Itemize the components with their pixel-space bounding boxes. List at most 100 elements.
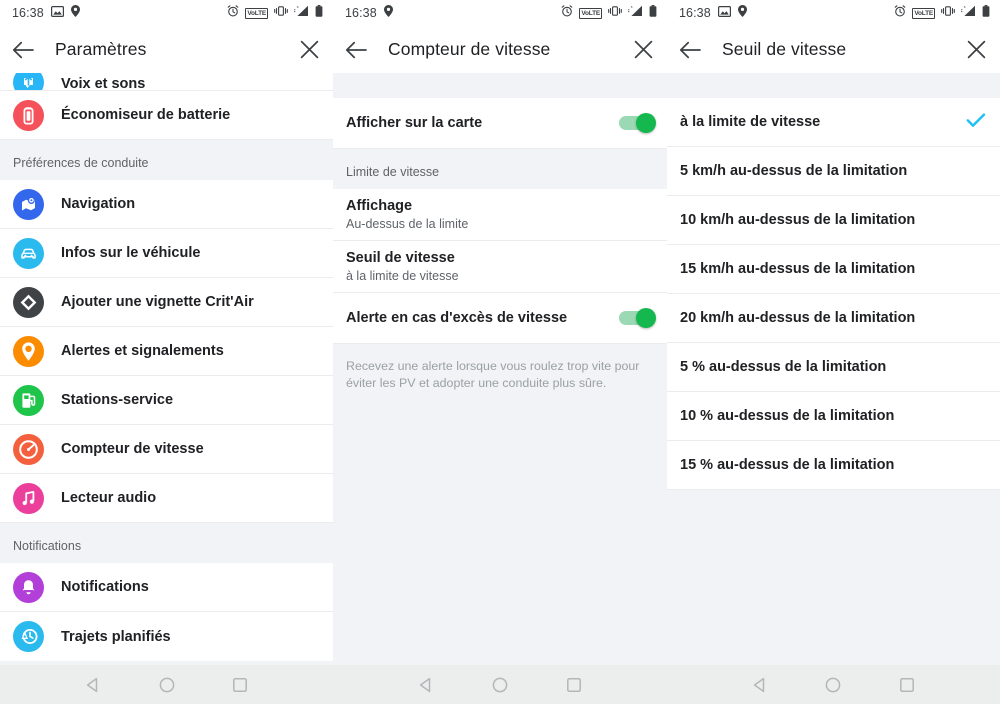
- alarm-icon: [227, 4, 239, 22]
- status-bar-clock: 16:38: [679, 6, 711, 20]
- page-title: Paramètres: [55, 39, 147, 59]
- volte-icon: VoLTE: [912, 7, 935, 19]
- close-icon[interactable]: [634, 40, 653, 59]
- option-row[interactable]: à la limite de vitesse: [667, 98, 1000, 147]
- sidebar-item-audio-player[interactable]: Lecteur audio: [0, 474, 333, 523]
- option-label: 15 % au-dessus de la limitation: [680, 457, 895, 473]
- sidebar-item-navigation[interactable]: Navigation: [0, 180, 333, 229]
- nav-home-icon[interactable]: [159, 677, 175, 693]
- signal-icon: [628, 4, 643, 22]
- signal-icon: [961, 4, 976, 22]
- status-bar: 16:38 VoLTE: [667, 0, 1000, 26]
- nav-back-icon[interactable]: [418, 677, 434, 693]
- option-row[interactable]: 15 km/h au-dessus de la limitation: [667, 245, 1000, 294]
- spacer: [333, 73, 667, 98]
- alarm-icon: [561, 4, 573, 22]
- speedometer-scroll-body[interactable]: Afficher sur la carte Limite de vitesse …: [333, 73, 667, 704]
- check-icon: [966, 112, 986, 133]
- nav-recents-icon[interactable]: [566, 677, 582, 693]
- list-item-label: Trajets planifiés: [61, 628, 171, 645]
- speedometer-group-display: Afficher sur la carte: [333, 98, 667, 149]
- close-icon[interactable]: [967, 40, 986, 59]
- setting-value: à la limite de vitesse: [346, 268, 459, 283]
- option-label: 10 km/h au-dessus de la limitation: [680, 212, 916, 228]
- speedometer-group-limit: Affichage Au-dessus de la limite Seuil d…: [333, 189, 667, 344]
- panel-speed-threshold: 16:38 VoLTE Seuil de vitesse à la limite…: [667, 0, 1000, 704]
- speedometer-icon: [13, 433, 44, 465]
- location-pin-icon: [70, 4, 80, 22]
- fuel-station-icon: [13, 384, 44, 416]
- status-bar-clock: 16:38: [345, 6, 377, 20]
- section-header-speed-limit: Limite de vitesse: [333, 149, 667, 189]
- nav-recents-icon[interactable]: [232, 677, 248, 693]
- option-row[interactable]: 5 km/h au-dessus de la limitation: [667, 147, 1000, 196]
- audio-player-icon: [13, 482, 44, 514]
- settings-group-top: Voix et sons Économiseur de batterie: [0, 73, 333, 140]
- sidebar-item-fuel-stations[interactable]: Stations-service: [0, 376, 333, 425]
- sidebar-item-vehicle-info[interactable]: Infos sur le véhicule: [0, 229, 333, 278]
- sidebar-item-critair[interactable]: Ajouter une vignette Crit'Air: [0, 278, 333, 327]
- nav-segment: [333, 665, 666, 704]
- nav-back-icon[interactable]: [752, 677, 768, 693]
- toggle-speeding-alert[interactable]: [619, 308, 656, 328]
- status-bar-clock: 16:38: [12, 6, 44, 20]
- setting-speed-threshold[interactable]: Seuil de vitesse à la limite de vitesse: [333, 241, 667, 293]
- settings-scroll-body[interactable]: Voix et sons Économiseur de batterie Pré…: [0, 73, 333, 704]
- volte-icon: VoLTE: [579, 7, 602, 19]
- nav-recents-icon[interactable]: [899, 677, 915, 693]
- option-label: à la limite de vitesse: [680, 114, 821, 130]
- list-item-label: Navigation: [61, 196, 136, 212]
- close-icon[interactable]: [300, 40, 319, 59]
- option-row[interactable]: 5 % au-dessus de la limitation: [667, 343, 1000, 392]
- sidebar-item-alerts[interactable]: Alertes et signalements: [0, 327, 333, 376]
- three-panel-screenshot: 16:38 VoLTE Paramètres Voix et sons Écon…: [0, 0, 1000, 704]
- image-icon: [717, 4, 731, 22]
- status-bar: 16:38 VoLTE: [0, 0, 333, 26]
- panel-speedometer: 16:38 VoLTE Compteur de vitesse Afficher…: [333, 0, 667, 704]
- option-label: 5 % au-dessus de la limitation: [680, 359, 887, 375]
- setting-title: Seuil de vitesse: [346, 249, 455, 266]
- option-row[interactable]: 10 km/h au-dessus de la limitation: [667, 196, 1000, 245]
- arrow-back-icon[interactable]: [679, 41, 701, 59]
- settings-group-notifications: Notifications Trajets planifiés: [0, 563, 333, 661]
- nav-home-icon[interactable]: [492, 677, 508, 693]
- arrow-back-icon[interactable]: [345, 41, 367, 59]
- list-item-label: Économiseur de batterie: [61, 107, 231, 123]
- option-label: 10 % au-dessus de la limitation: [680, 408, 895, 424]
- option-label: 20 km/h au-dessus de la limitation: [680, 310, 916, 326]
- arrow-back-icon[interactable]: [12, 41, 34, 59]
- vibrate-icon: [274, 4, 288, 22]
- sidebar-item-notifications[interactable]: Notifications: [0, 563, 333, 612]
- nav-segment: [667, 665, 1000, 704]
- list-item[interactable]: Économiseur de batterie: [0, 91, 333, 140]
- status-bar: 16:38 VoLTE: [333, 0, 667, 26]
- nav-back-icon[interactable]: [85, 677, 101, 693]
- option-row[interactable]: 10 % au-dessus de la limitation: [667, 392, 1000, 441]
- spacer: [667, 73, 1000, 98]
- setting-speeding-alert[interactable]: Alerte en cas d'excès de vitesse: [333, 293, 667, 344]
- setting-title: Affichage: [346, 197, 413, 214]
- toggle-knob: [636, 308, 656, 328]
- list-item-label: Alertes et signalements: [61, 343, 224, 359]
- sidebar-item-planned-trips[interactable]: Trajets planifiés: [0, 612, 333, 661]
- sidebar-item-speedometer[interactable]: Compteur de vitesse: [0, 425, 333, 474]
- threshold-scroll-body[interactable]: à la limite de vitesse 5 km/h au-dessus …: [667, 73, 1000, 704]
- option-row[interactable]: 20 km/h au-dessus de la limitation: [667, 294, 1000, 343]
- battery-icon: [315, 4, 323, 22]
- volte-icon: VoLTE: [245, 7, 268, 19]
- nav-home-icon[interactable]: [825, 677, 841, 693]
- section-header-notifications: Notifications: [0, 523, 333, 563]
- option-row[interactable]: 15 % au-dessus de la limitation: [667, 441, 1000, 490]
- toggle-knob: [636, 113, 656, 133]
- location-pin-icon: [737, 4, 747, 22]
- toggle-show-on-map[interactable]: [619, 113, 656, 133]
- setting-display[interactable]: Affichage Au-dessus de la limite: [333, 189, 667, 241]
- list-item[interactable]: Voix et sons: [0, 73, 333, 91]
- vibrate-icon: [941, 4, 955, 22]
- settings-group-driving: Navigation Infos sur le véhicule Ajouter…: [0, 180, 333, 523]
- critair-sticker-icon: [13, 286, 44, 318]
- list-item-label: Compteur de vitesse: [61, 441, 204, 457]
- battery-icon: [649, 4, 657, 22]
- panel-settings: 16:38 VoLTE Paramètres Voix et sons Écon…: [0, 0, 333, 704]
- setting-show-on-map[interactable]: Afficher sur la carte: [333, 98, 667, 149]
